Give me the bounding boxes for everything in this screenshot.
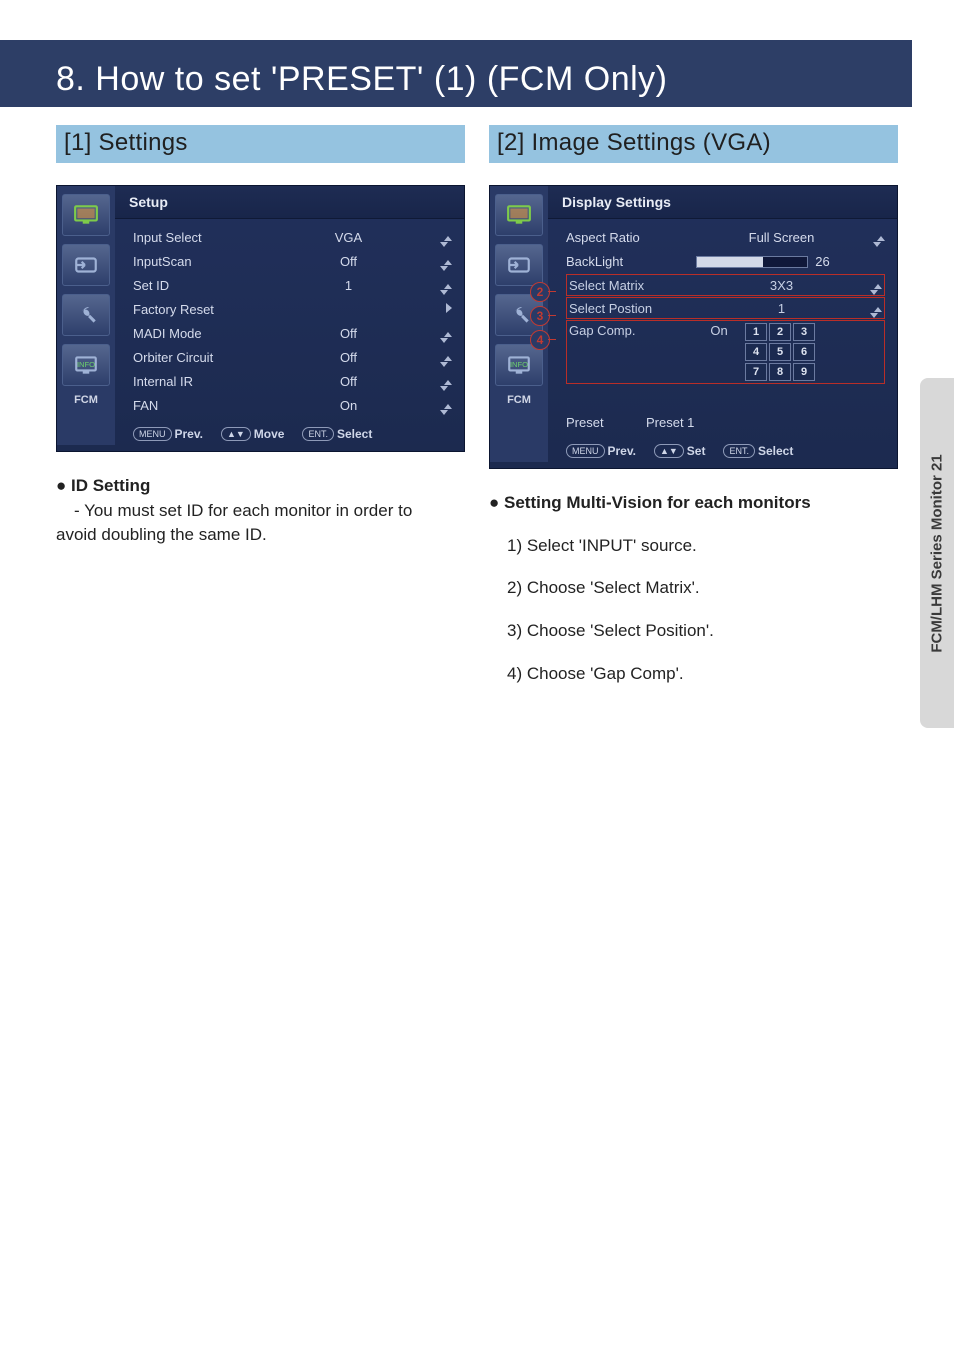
updown-icon: [877, 236, 885, 241]
notes-left: ● ID Setting - You must set ID for each …: [56, 474, 465, 548]
updown-icon: [874, 284, 882, 289]
osd-title: Display Settings: [548, 186, 897, 219]
backlight-slider[interactable]: [696, 256, 808, 268]
grid-cell[interactable]: 3: [793, 323, 815, 341]
osd-row[interactable]: BackLight 26: [566, 249, 885, 273]
subheading-image: [2] Image Settings (VGA): [489, 125, 898, 163]
osd-row-position[interactable]: Select Postion 1: [566, 297, 885, 319]
osd-row[interactable]: Set ID1: [133, 273, 452, 297]
grid-cell[interactable]: 9: [793, 363, 815, 381]
section-title: 8. How to set 'PRESET' (1) (FCM Only): [0, 56, 912, 107]
osd-row[interactable]: MADI ModeOff: [133, 321, 452, 345]
subheading-settings: [1] Settings: [56, 125, 465, 163]
col-settings: [1] Settings INFO FCM: [56, 125, 465, 704]
osd-row[interactable]: Factory Reset: [133, 297, 452, 321]
fcm-label: FCM: [507, 394, 531, 406]
fcm-label: FCM: [74, 394, 98, 406]
grid-cell[interactable]: 1: [745, 323, 767, 341]
icon-display: [62, 194, 110, 236]
grid-cell[interactable]: 4: [745, 343, 767, 361]
osd-title: Setup: [115, 186, 464, 219]
callout-2: 2: [530, 282, 550, 302]
osd-display-settings: INFO FCM 2 3 4 Display Settings Aspect R…: [489, 185, 898, 469]
svg-text:INFO: INFO: [510, 360, 528, 369]
osd-row[interactable]: Aspect Ratio Full Screen: [566, 225, 885, 249]
step-item: 3) Choose 'Select Position'.: [489, 619, 898, 644]
icon-display: [495, 194, 543, 236]
updown-icon: [444, 380, 452, 385]
icon-input: [62, 244, 110, 286]
osd-setup: INFO FCM Setup Input SelectVGAInputScanO…: [56, 185, 465, 452]
position-grid[interactable]: 123 456 789: [745, 323, 815, 381]
col-image-settings: [2] Image Settings (VGA) INFO FCM: [489, 125, 898, 704]
grid-cell[interactable]: 2: [769, 323, 791, 341]
osd-row[interactable]: Input SelectVGA: [133, 225, 452, 249]
svg-text:INFO: INFO: [77, 360, 95, 369]
icon-info: INFO: [495, 344, 543, 386]
grid-cell[interactable]: 8: [769, 363, 791, 381]
callout-3: 3: [530, 306, 550, 326]
step-item: 2) Choose 'Select Matrix'.: [489, 576, 898, 601]
osd-footer: MENUPrev. ▲▼Move ENT.Select: [115, 419, 464, 445]
osd-footer: MENUPrev. ▲▼Set ENT.Select: [548, 436, 897, 462]
updown-icon: [444, 356, 452, 361]
icon-info: INFO: [62, 344, 110, 386]
osd-row-matrix[interactable]: Select Matrix 3X3: [566, 274, 885, 296]
updown-icon: [874, 307, 882, 312]
notes-right: ● Setting Multi-Vision for each monitors…: [489, 491, 898, 686]
updown-icon: [444, 284, 452, 289]
osd-row-preset: Preset Preset 1: [566, 410, 885, 434]
side-tab: FCM/LHM Series Monitor 21: [920, 378, 954, 728]
osd-row[interactable]: Internal IROff: [133, 369, 452, 393]
step-item: 1) Select 'INPUT' source.: [489, 534, 898, 559]
grid-cell[interactable]: 6: [793, 343, 815, 361]
osd-row[interactable]: FANOn: [133, 393, 452, 417]
grid-cell[interactable]: 5: [769, 343, 791, 361]
osd-row[interactable]: InputScanOff: [133, 249, 452, 273]
updown-icon: [444, 404, 452, 409]
right-icon: [446, 302, 452, 316]
updown-icon: [444, 332, 452, 337]
updown-icon: [444, 236, 452, 241]
icon-input: [495, 244, 543, 286]
callout-4: 4: [530, 330, 550, 350]
osd-row-gap[interactable]: Gap Comp. On 123456789: [566, 320, 885, 384]
updown-icon: [444, 260, 452, 265]
section-banner: 8. How to set 'PRESET' (1) (FCM Only): [0, 40, 954, 107]
step-item: 4) Choose 'Gap Comp'.: [489, 662, 898, 687]
grid-cell[interactable]: 7: [745, 363, 767, 381]
icon-tool: [62, 294, 110, 336]
note-body: - You must set ID for each monitor in or…: [56, 501, 412, 545]
osd-row[interactable]: Orbiter CircuitOff: [133, 345, 452, 369]
